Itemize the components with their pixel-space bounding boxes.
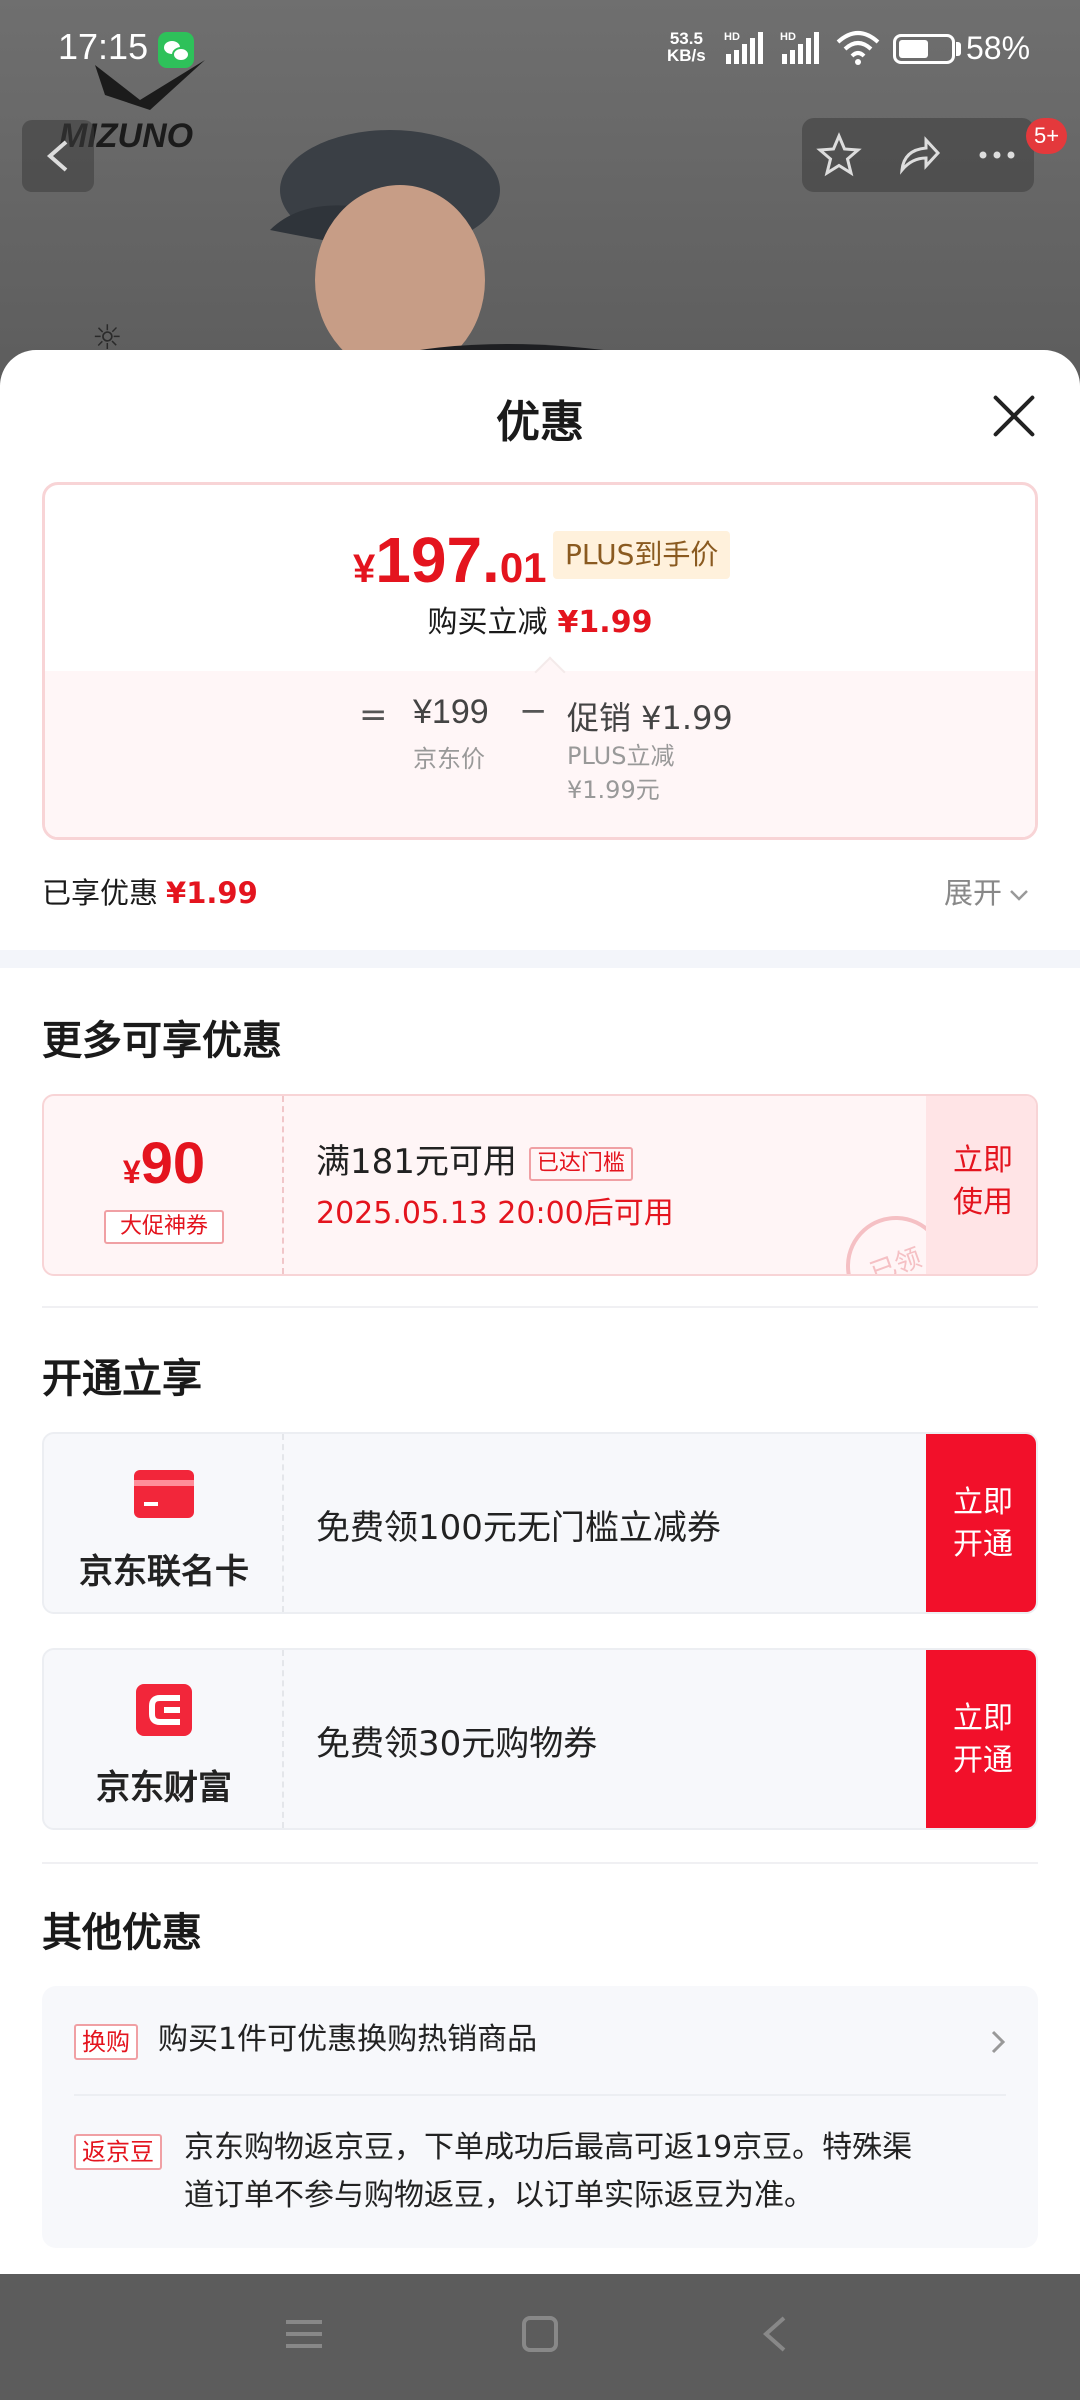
service-name: 京东财富 bbox=[96, 1768, 232, 1808]
divider bbox=[42, 1862, 1038, 1864]
network-speed: 53.5 KB/s bbox=[667, 29, 706, 65]
back-nav-icon[interactable] bbox=[756, 2314, 796, 2354]
formula-minus: − bbox=[519, 691, 548, 731]
battery-cap bbox=[956, 42, 961, 56]
coupon-valid-time: 2025.05.13 20:00后可用 bbox=[316, 1196, 674, 1231]
home-icon[interactable] bbox=[520, 2314, 560, 2354]
signal-sim1-icon: HD bbox=[724, 31, 763, 64]
service-desc: 免费领100元无门槛立减券 bbox=[316, 1508, 721, 1548]
enjoyed-discount: 已享优惠 ¥1.99 bbox=[42, 876, 258, 910]
more-options-icon[interactable] bbox=[974, 132, 1020, 178]
battery-icon bbox=[893, 34, 955, 64]
close-icon[interactable] bbox=[990, 392, 1038, 440]
buy-reduce-line: 购买立减 ¥1.99 bbox=[427, 605, 653, 640]
other-discounts-box: 换购 购买1件可优惠换购热销商品 返京豆 京东购物返京豆，下单成功后最高可返19… bbox=[42, 1986, 1038, 2248]
threshold-tag: 已达门槛 bbox=[528, 1146, 633, 1181]
svg-text:HD: HD bbox=[724, 31, 740, 43]
formula-equals: = bbox=[359, 695, 388, 735]
service-name: 京东联名卡 bbox=[79, 1552, 249, 1592]
promo-detail: PLUS立减 ¥1.99元 bbox=[567, 742, 675, 804]
service-desc: 免费领30元购物券 bbox=[316, 1724, 598, 1764]
promo-amount: 促销 ¥1.99 bbox=[567, 699, 733, 737]
battery-level-fill bbox=[899, 40, 928, 58]
wifi-icon bbox=[836, 31, 880, 65]
chevron-left-icon bbox=[46, 140, 68, 172]
exchange-text: 购买1件可优惠换购热销商品 bbox=[158, 2022, 538, 2057]
battery-percent: 58% bbox=[966, 30, 1031, 66]
menu-icon[interactable] bbox=[284, 2314, 324, 2354]
open-jd-finance-button[interactable]: 立即 开通 bbox=[926, 1650, 1036, 1828]
chevron-down-icon bbox=[1010, 890, 1028, 901]
jd-finance-icon bbox=[136, 1684, 192, 1736]
other-discounts-title: 其他优惠 bbox=[42, 1910, 202, 1956]
sheet-title: 优惠 bbox=[496, 397, 584, 448]
wechat-notification-icon bbox=[158, 32, 194, 68]
price-summary: ¥197.01 PLUS到手价 购买立减 ¥1.99 bbox=[45, 485, 1035, 671]
coupon-condition: 满181元可用 已达门槛 bbox=[316, 1134, 633, 1183]
status-bar: 17:15 53.5 KB/s HD HD 58% bbox=[0, 0, 1080, 100]
message-badge: 5+ bbox=[1026, 118, 1068, 154]
section-divider bbox=[0, 950, 1080, 968]
exchange-tag: 换购 bbox=[74, 2024, 138, 2060]
coupon-value: ¥90 大促神券 bbox=[44, 1096, 284, 1274]
use-coupon-button[interactable]: 立即 使用 bbox=[926, 1096, 1036, 1274]
open-enjoy-title: 开通立享 bbox=[42, 1356, 202, 1402]
final-price: ¥197.01 bbox=[353, 524, 547, 596]
price-breakdown-card: ¥197.01 PLUS到手价 购买立减 ¥1.99 = ¥199 京东价 − 促… bbox=[42, 482, 1038, 840]
share-icon[interactable] bbox=[896, 132, 942, 178]
more-discounts-title: 更多可享优惠 bbox=[42, 1018, 282, 1064]
jd-price: ¥199 bbox=[413, 693, 489, 731]
top-action-pill bbox=[802, 118, 1034, 192]
plus-price-tag: PLUS到手价 bbox=[553, 531, 731, 579]
price-formula: = ¥199 京东价 − 促销 ¥1.99 PLUS立减 ¥1.99元 bbox=[45, 671, 1035, 837]
service-card-finance: 京东财富 免费领30元购物券 立即 开通 bbox=[42, 1648, 1038, 1830]
jd-beans-text: 京东购物返京豆，下单成功后最高可返19京豆。特殊渠 道订单不参与购物返豆，以订单… bbox=[184, 2130, 913, 2213]
coupon-type-tag: 大促神券 bbox=[104, 1210, 224, 1244]
coupon-card: ¥90 大促神券 满181元可用 已达门槛 2025.05.13 20:00后可用… bbox=[42, 1094, 1038, 1276]
coupon-amount: ¥90 bbox=[122, 1131, 206, 1196]
system-navigation-bar bbox=[0, 2274, 1080, 2400]
signal-sim2-icon: HD bbox=[780, 31, 819, 64]
jd-price-label: 京东价 bbox=[413, 745, 485, 773]
chevron-right-icon bbox=[991, 2030, 1006, 2054]
status-time: 17:15 bbox=[58, 26, 149, 67]
svg-text:HD: HD bbox=[780, 31, 796, 43]
jd-beans-tag: 返京豆 bbox=[74, 2134, 162, 2170]
back-button[interactable] bbox=[22, 120, 94, 192]
open-cobrand-card-button[interactable]: 立即 开通 bbox=[926, 1434, 1036, 1612]
star-favorite-icon[interactable] bbox=[816, 132, 862, 178]
divider bbox=[74, 2094, 1006, 2096]
divider bbox=[42, 1306, 1038, 1308]
model-photo bbox=[270, 130, 678, 380]
service-card-cobrand: 京东联名卡 免费领100元无门槛立减券 立即 开通 bbox=[42, 1432, 1038, 1614]
credit-card-icon bbox=[134, 1470, 194, 1518]
expand-button[interactable]: 展开 bbox=[944, 870, 1030, 912]
discount-sheet: 优惠 ¥197.01 PLUS到手价 购买立减 ¥1.99 = ¥199 京东价 … bbox=[0, 350, 1080, 2274]
